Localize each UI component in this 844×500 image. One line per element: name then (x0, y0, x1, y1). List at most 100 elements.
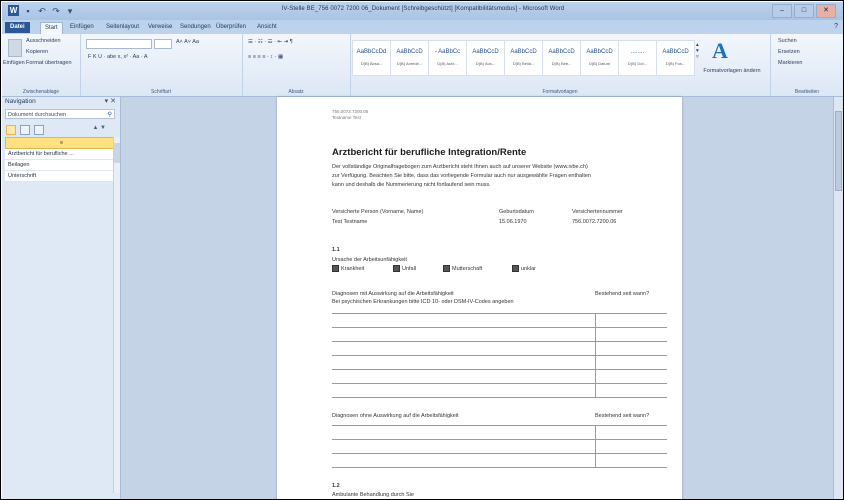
alignment-buttons-icon[interactable]: ≡ ≡ ≡ ≡ · ↕ · ▦ (248, 54, 283, 60)
style-item[interactable]: - AaBbCc D(B) Aufz... (428, 40, 467, 76)
pages-view-icon[interactable] (20, 125, 30, 135)
form-line (332, 341, 667, 342)
form-line (332, 355, 667, 356)
tab-review[interactable]: Überprüfen (216, 22, 246, 33)
checkbox-option[interactable]: Unfall (393, 265, 416, 272)
nav-view-tabs (6, 125, 44, 135)
magnifier-icon[interactable]: ⚲ (108, 110, 112, 120)
since-when-label: Bestehend seit wann? (595, 291, 650, 297)
nav-heading-item[interactable]: Unterschrift (5, 171, 115, 182)
clipboard-group: Einfügen Ausschneiden Kopieren Format üb… (2, 34, 81, 96)
checkbox-icon (393, 265, 400, 272)
maximize-button[interactable]: □ (794, 4, 814, 18)
tab-start[interactable]: Start (40, 22, 63, 34)
title-bar: W ▪ ↶ ↷ ▾ IV-Stelle BE_756 0072 7200 06_… (2, 2, 843, 20)
insurance-number-value: 756.0072.7200.06 (572, 219, 617, 225)
diagnoses-hint: Bei psychischen Erkrankungen bitte ICD 1… (332, 299, 514, 305)
tab-mailings[interactable]: Sendungen (180, 22, 211, 33)
help-icon[interactable]: ? (834, 23, 838, 30)
checkbox-icon (332, 265, 339, 272)
clipboard-caption: Zwischenablage (22, 89, 60, 95)
styles-group: AaBbCcDd D(B) Absa... AaBbCcD D(B) Anrede.… (350, 34, 771, 96)
nav-close-icon[interactable]: ▾ ✕ (105, 97, 116, 105)
nav-scrollbar[interactable] (113, 137, 120, 493)
doc-header-name: Testname Test (332, 115, 361, 120)
diagnoses-with-label: Diagnosen mit Auswirkung auf die Arbeits… (332, 291, 454, 297)
font-name-select[interactable] (86, 39, 152, 49)
document-page[interactable]: 756.0072.7200.06 Testname Test Arztberic… (277, 97, 682, 499)
tab-references[interactable]: Verweise (148, 22, 172, 33)
style-item[interactable]: AaBbCcDd D(B) Absa... (352, 40, 391, 76)
form-line (332, 439, 667, 440)
intro-line: kann und deshalb die Nummerierung nicht … (332, 182, 491, 188)
tab-page-layout[interactable]: Seitenlayout (106, 22, 139, 33)
checkbox-option[interactable]: unklar (512, 265, 536, 272)
replace-button[interactable]: Ersetzen (778, 49, 800, 55)
font-group: A˄ A˅ Aa F K U · abe x, x² · Aa · A Schr… (80, 34, 243, 96)
form-line (332, 397, 667, 398)
document-area: 756.0072.7200.06 Testname Test Arztberic… (121, 97, 843, 499)
intro-line: Der vollständige Originalfragebogen zum … (332, 164, 588, 170)
headings-view-icon[interactable] (6, 125, 16, 135)
document-scrollbar[interactable] (833, 97, 843, 499)
minimize-button[interactable]: – (772, 4, 792, 18)
insurance-number-label: Versichertennummer (572, 209, 623, 215)
styles-caption: Formatvorlagen (542, 89, 578, 95)
section-number: 1.1 (332, 247, 340, 253)
checkbox-option[interactable]: Mutterschaft (443, 265, 482, 272)
checkbox-icon (443, 265, 450, 272)
editing-caption: Bearbeiten (794, 89, 820, 95)
tab-insert[interactable]: Einfügen (70, 22, 94, 33)
form-divider (595, 313, 596, 397)
window-title: IV-Stelle BE_756 0072 7200 06_Dokument [… (281, 6, 565, 12)
copy-button[interactable]: Kopieren (26, 49, 48, 55)
nav-search-input[interactable]: Dokument durchsuchen ⚲ (5, 109, 115, 119)
checkbox-option[interactable]: Krankheit (332, 265, 364, 272)
style-item[interactable]: AaBbCcD D(B) Fus... (656, 40, 695, 76)
change-styles-button[interactable]: Formatvorlagen ändern (702, 68, 762, 74)
styles-scroll-icon[interactable]: ▴ ▾ ▿ (696, 42, 699, 60)
birthdate-value: 15.06.1970 (499, 219, 527, 225)
close-button[interactable]: ✕ (816, 4, 836, 18)
style-item[interactable]: AaBbCcD D(B) Anrede... (390, 40, 429, 76)
diagnoses-without-label: Diagnosen ohne Auswirkung auf die Arbeit… (332, 413, 459, 419)
scroll-thumb[interactable] (835, 111, 842, 191)
form-divider (595, 425, 596, 467)
tab-view[interactable]: Ansicht (257, 22, 277, 33)
form-line (332, 369, 667, 370)
style-item[interactable]: AaBbCcD D(B) Betr... (542, 40, 581, 76)
font-format-buttons[interactable]: F K U · abe x, x² · Aa · A (88, 54, 148, 60)
nav-headings-list: ≡ Arztbericht für berufliche ... Beilage… (5, 137, 115, 182)
paragraph-group: ☰ · ☷ · ☲ · ⇤ ⇥ ¶ ≡ ≡ ≡ ≡ · ↕ · ▦ Absatz (242, 34, 351, 96)
style-item[interactable]: AaBbCcD D(B) Beila... (504, 40, 543, 76)
form-line (332, 383, 667, 384)
format-painter-button[interactable]: Format übertragen (26, 60, 72, 66)
font-size-select[interactable] (154, 39, 172, 49)
nav-heading-item[interactable]: ≡ (5, 137, 115, 149)
nav-prev-next-icon[interactable]: ▲ ▼ (92, 125, 106, 131)
person-value: Test Testname (332, 219, 368, 225)
doc-header-number: 756.0072.7200.06 (332, 109, 369, 114)
tab-file[interactable]: Datei (5, 22, 30, 33)
form-line (332, 467, 667, 468)
style-item[interactable]: AaBbCcD D(B) Datum (580, 40, 619, 76)
section-text: Ambulante Behandlung durch Sie (332, 492, 414, 498)
paste-button[interactable]: Einfügen (3, 60, 25, 66)
style-item[interactable]: ........ D(B) Dot... (618, 40, 657, 76)
navigation-pane: Navigation ▾ ✕ Dokument durchsuchen ⚲ ▲ … (2, 97, 121, 499)
results-view-icon[interactable] (34, 125, 44, 135)
select-button[interactable]: Markieren (778, 60, 802, 66)
font-caption: Schriftart (150, 89, 171, 95)
form-line (332, 425, 667, 426)
change-styles-icon[interactable]: A (712, 38, 728, 64)
find-button[interactable]: Suchen (778, 38, 797, 44)
grow-shrink-font-icon[interactable]: A˄ A˅ Aa (176, 39, 199, 45)
since-when-label: Bestehend seit wann? (595, 413, 650, 419)
ribbon: Einfügen Ausschneiden Kopieren Format üb… (2, 34, 843, 97)
nav-heading-item[interactable]: Arztbericht für berufliche ... (5, 149, 115, 160)
list-buttons-icon[interactable]: ☰ · ☷ · ☲ · ⇤ ⇥ ¶ (248, 39, 293, 45)
nav-heading-item[interactable]: Beilagen (5, 160, 115, 171)
cut-button[interactable]: Ausschneiden (26, 38, 61, 44)
style-item[interactable]: AaBbCcD D(B) Aus... (466, 40, 505, 76)
paste-icon[interactable] (8, 39, 22, 57)
